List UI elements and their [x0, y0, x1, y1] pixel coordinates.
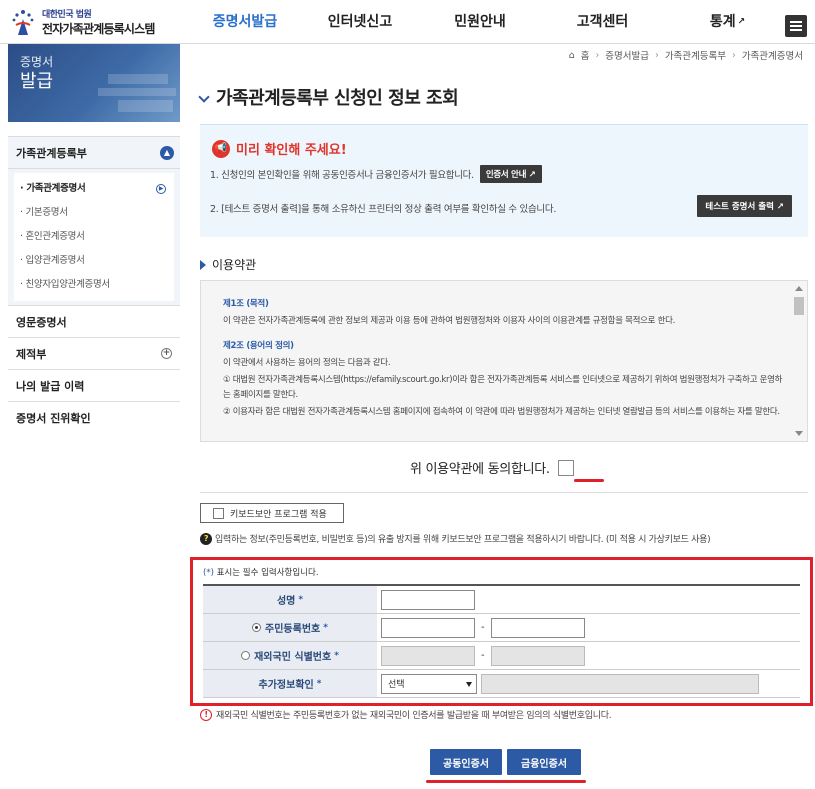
sidebar-banner: 증명서 발급 [8, 44, 180, 122]
nav-certificate-issue[interactable]: 증명서발급 [190, 0, 300, 44]
court-emblem-icon [8, 7, 38, 37]
sub-item-full-adoption-cert[interactable]: · 친양자입양관계증명서 [14, 273, 174, 297]
scroll-down-icon[interactable] [795, 431, 803, 436]
sidebar-menu: 가족관계등록부 ▲ · 가족관계증명서 ▶ · 기본증명서 · 혼인관계증명서 ·… [8, 136, 180, 433]
required-note: (*) 표시는 필수 입력사항입니다. [203, 568, 319, 578]
terms-scroll-box[interactable]: 제1조 (목적) 이 약관은 전자가족관계등록에 관한 정보의 제공과 이용 등… [200, 280, 808, 442]
applicant-form-region: (*) 표시는 필수 입력사항입니다. 성명 * 주민등록번호 * - 재외국민 식… [190, 557, 813, 706]
notice-box: 📢 미리 확인해 주세요! 1. 신청인의 본인확인을 위해 공동인증서나 금융… [200, 124, 808, 237]
nav-customer-center[interactable]: 고객센터 [540, 0, 665, 44]
triangle-right-icon [200, 259, 206, 270]
sub-item-basic-cert[interactable]: · 기본증명서 [14, 201, 174, 225]
main-nav: 증명서발급 인터넷신고 민원안내 고객센터 통계 ↗ [190, 0, 790, 44]
header: 대한민국 법원 전자가족관계등록시스템 증명서발급 인터넷신고 민원안내 고객센… [0, 0, 815, 44]
extra-info-label: 추가정보확인 * [203, 670, 377, 697]
scroll-thumb[interactable] [794, 297, 804, 315]
terms-article-1-title: 제1조 (목적) [223, 299, 269, 309]
notice-line-1: 1. 신청인의 본인확인을 위해 공동인증서나 금융인증서가 필요합니다. 인증… [210, 165, 542, 183]
keyboard-security-toggle[interactable]: 키보드보안 프로그램 적용 [200, 503, 344, 523]
breadcrumb-home[interactable]: 홈 [581, 48, 590, 62]
rrn-radio[interactable] [252, 623, 262, 632]
foreign-id-back-input [490, 645, 585, 666]
scroll-up-icon[interactable] [795, 286, 803, 291]
breadcrumb-level-2[interactable]: 가족관계등록부 [665, 48, 726, 62]
joint-certificate-button[interactable]: 공동인증서 [430, 749, 502, 775]
chevron-right-icon: › [655, 49, 659, 61]
terms-scrollbar[interactable] [793, 283, 805, 439]
home-icon[interactable]: ⌂ [569, 50, 575, 61]
keyboard-security-info: ? 입력하는 정보(주민등록번호, 비밀번호 등)의 유출 방지를 위해 키보드… [200, 532, 711, 545]
terms-heading: 이용약관 [200, 256, 256, 273]
sidebar-item-english-cert[interactable]: 영문증명서 [8, 305, 180, 337]
banner-line-1: 증명서 [20, 55, 54, 69]
financial-certificate-button[interactable]: 금융인증서 [507, 749, 581, 775]
name-input[interactable] [381, 589, 475, 610]
terms-agree-label: 위 이용약관에 동의합니다. [410, 462, 550, 477]
test-print-button[interactable]: 테스트 증명서 출력 ↗ [697, 195, 792, 217]
sidebar-item-verify-cert[interactable]: 증명서 진위확인 [8, 401, 180, 433]
dropdown-arrow-icon [466, 681, 472, 687]
terms-article-2-item-2: ② 이용자라 함은 대법원 전자가족관계등록시스템 홈페이지에 접속하여 이 약… [223, 407, 780, 417]
form-row-extra-info: 추가정보확인 * 선택 [203, 670, 800, 698]
breadcrumb-current: 가족관계증명서 [741, 51, 803, 62]
form-row-foreign-id: 재외국민 식별번호 * - [203, 642, 800, 670]
sidebar-item-family-register[interactable]: 가족관계등록부 ▲ [8, 136, 180, 168]
terms-article-2-intro: 이 약관에서 사용하는 용어의 정의는 다음과 같다. [223, 358, 391, 368]
foreign-id-warning: ! 재외국민 식별번호는 주민등록번호가 없는 재외국민이 인증서를 발급받을 … [200, 708, 612, 721]
highlight-underline [426, 780, 586, 783]
plus-icon: + [161, 348, 172, 359]
chevron-right-icon: › [732, 49, 736, 61]
title-check-icon [198, 91, 210, 103]
extra-info-input [481, 673, 759, 694]
keyboard-security-checkbox[interactable] [213, 507, 224, 519]
external-link-icon: ↗ [737, 17, 746, 27]
divider [200, 492, 808, 493]
arrow-right-icon: ▶ [156, 184, 166, 194]
sub-item-family-cert[interactable]: · 가족관계증명서 ▶ [14, 177, 174, 201]
extra-info-select[interactable]: 선택 [381, 673, 477, 694]
notice-line-2: 2. [테스트 증명서 출력]을 통해 소유하신 프린터의 정상 출력 여부를 … [210, 204, 557, 215]
notice-title: 📢 미리 확인해 주세요! [212, 139, 347, 158]
foreign-id-label[interactable]: 재외국민 식별번호 * [203, 642, 377, 669]
terms-agree-checkbox[interactable] [557, 459, 574, 476]
nav-statistics[interactable]: 통계 ↗ [665, 0, 790, 44]
form-row-rrn: 주민등록번호 * - [203, 614, 800, 642]
site-logo[interactable]: 대한민국 법원 전자가족관계등록시스템 [8, 7, 155, 37]
name-label: 성명 * [203, 586, 377, 613]
nav-civil-guide[interactable]: 민원안내 [420, 0, 540, 44]
page-title: 가족관계등록부 신청인 정보 조회 [198, 84, 459, 110]
chevron-right-icon: › [595, 49, 600, 61]
question-icon: ? [200, 532, 212, 545]
sidebar-submenu: · 가족관계증명서 ▶ · 기본증명서 · 혼인관계증명서 · 입양관계증명서 ·… [8, 168, 180, 305]
highlight-underline [574, 479, 604, 482]
rrn-front-input[interactable] [381, 617, 475, 638]
nav-online-report[interactable]: 인터넷신고 [300, 0, 420, 44]
breadcrumb: ⌂ 홈 › 증명서발급 › 가족관계등록부 › 가족관계증명서 [569, 48, 803, 63]
form-row-name: 성명 * [203, 586, 800, 614]
warning-icon: ! [200, 708, 212, 721]
terms-agree: 위 이용약관에 동의합니다. [410, 458, 574, 477]
breadcrumb-level-1[interactable]: 증명서발급 [605, 48, 649, 62]
foreign-id-radio[interactable] [241, 651, 251, 660]
terms-article-2-title: 제2조 (용어의 정의) [223, 341, 294, 351]
megaphone-icon: 📢 [212, 139, 230, 158]
applicant-form-table: 성명 * 주민등록번호 * - 재외국민 식별번호 * - 추가정보확인 * 선택 [203, 584, 800, 698]
rrn-label[interactable]: 주민등록번호 * [203, 614, 377, 641]
sidebar-item-removed-register[interactable]: 제적부 + [8, 337, 180, 369]
terms-article-2-item-1: ① 대법원 전자가족관계등록시스템(https://efamily.scourt… [223, 375, 783, 400]
chevron-up-icon: ▲ [160, 145, 174, 160]
banner-line-2: 발급 [20, 71, 54, 92]
cert-guide-button[interactable]: 인증서 안내 ↗ [479, 165, 542, 183]
sidebar-item-my-history[interactable]: 나의 발급 이력 [8, 369, 180, 401]
logo-title: 전자가족관계등록시스템 [42, 22, 155, 36]
terms-article-1-body: 이 약관은 전자가족관계등록에 관한 정보의 제공과 이용 등에 관하여 법원행… [223, 316, 676, 326]
sub-item-adoption-cert[interactable]: · 입양관계증명서 [14, 249, 174, 273]
sub-item-marriage-cert[interactable]: · 혼인관계증명서 [14, 225, 174, 249]
hamburger-menu-button[interactable] [785, 15, 807, 37]
rrn-back-input[interactable] [490, 617, 585, 638]
foreign-id-front-input [381, 645, 475, 666]
logo-subtitle: 대한민국 법원 [42, 10, 92, 20]
